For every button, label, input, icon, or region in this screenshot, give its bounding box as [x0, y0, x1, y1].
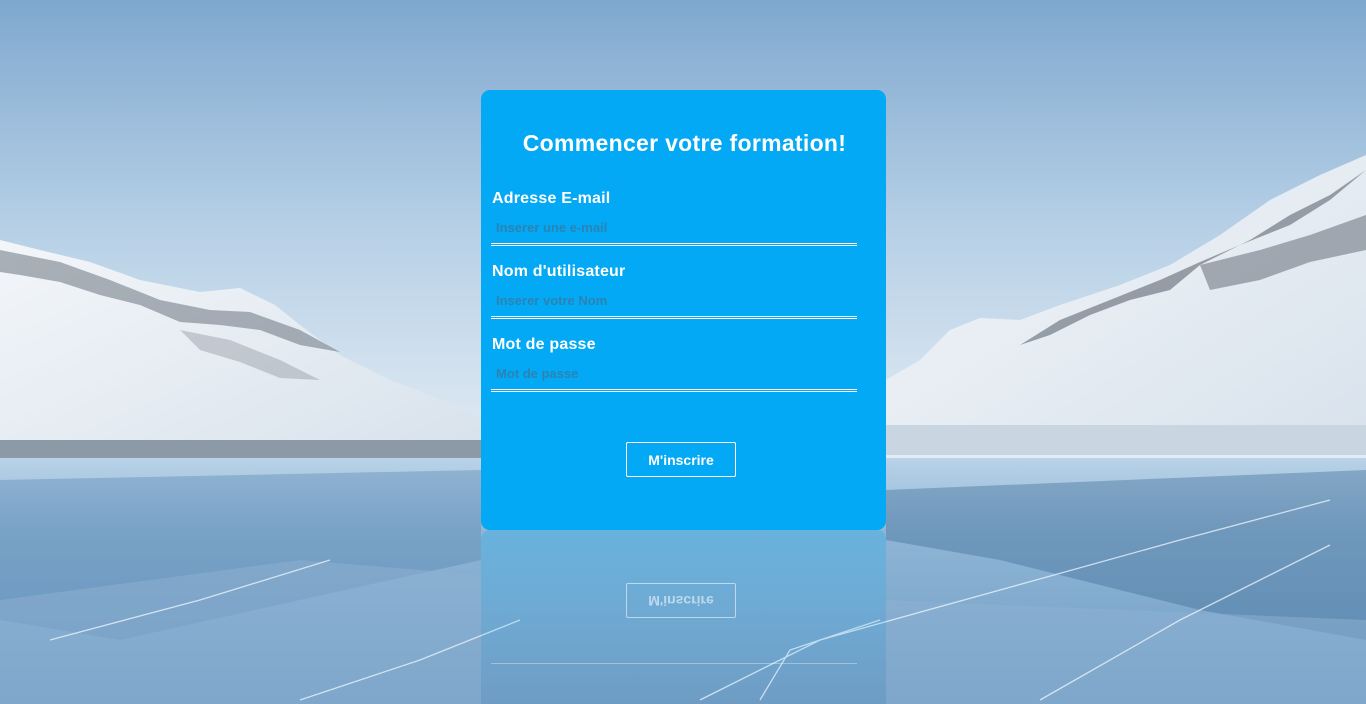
- email-label: Adresse E-mail: [492, 190, 611, 207]
- password-input[interactable]: [491, 364, 857, 392]
- password-label: Mot de passe: [492, 336, 596, 353]
- signup-button[interactable]: M'inscrire: [626, 442, 736, 477]
- form-title: Commencer votre formation!: [522, 130, 847, 156]
- username-label: Nom d'utilisateur: [492, 263, 626, 280]
- email-field-group: Adresse E-mail: [491, 190, 857, 246]
- username-input[interactable]: [491, 291, 857, 319]
- username-field-group: Nom d'utilisateur: [491, 263, 857, 319]
- email-input[interactable]: [491, 218, 857, 246]
- signup-card: Commencer votre formation! Adresse E-mai…: [481, 90, 886, 530]
- password-field-group: Mot de passe: [491, 336, 857, 392]
